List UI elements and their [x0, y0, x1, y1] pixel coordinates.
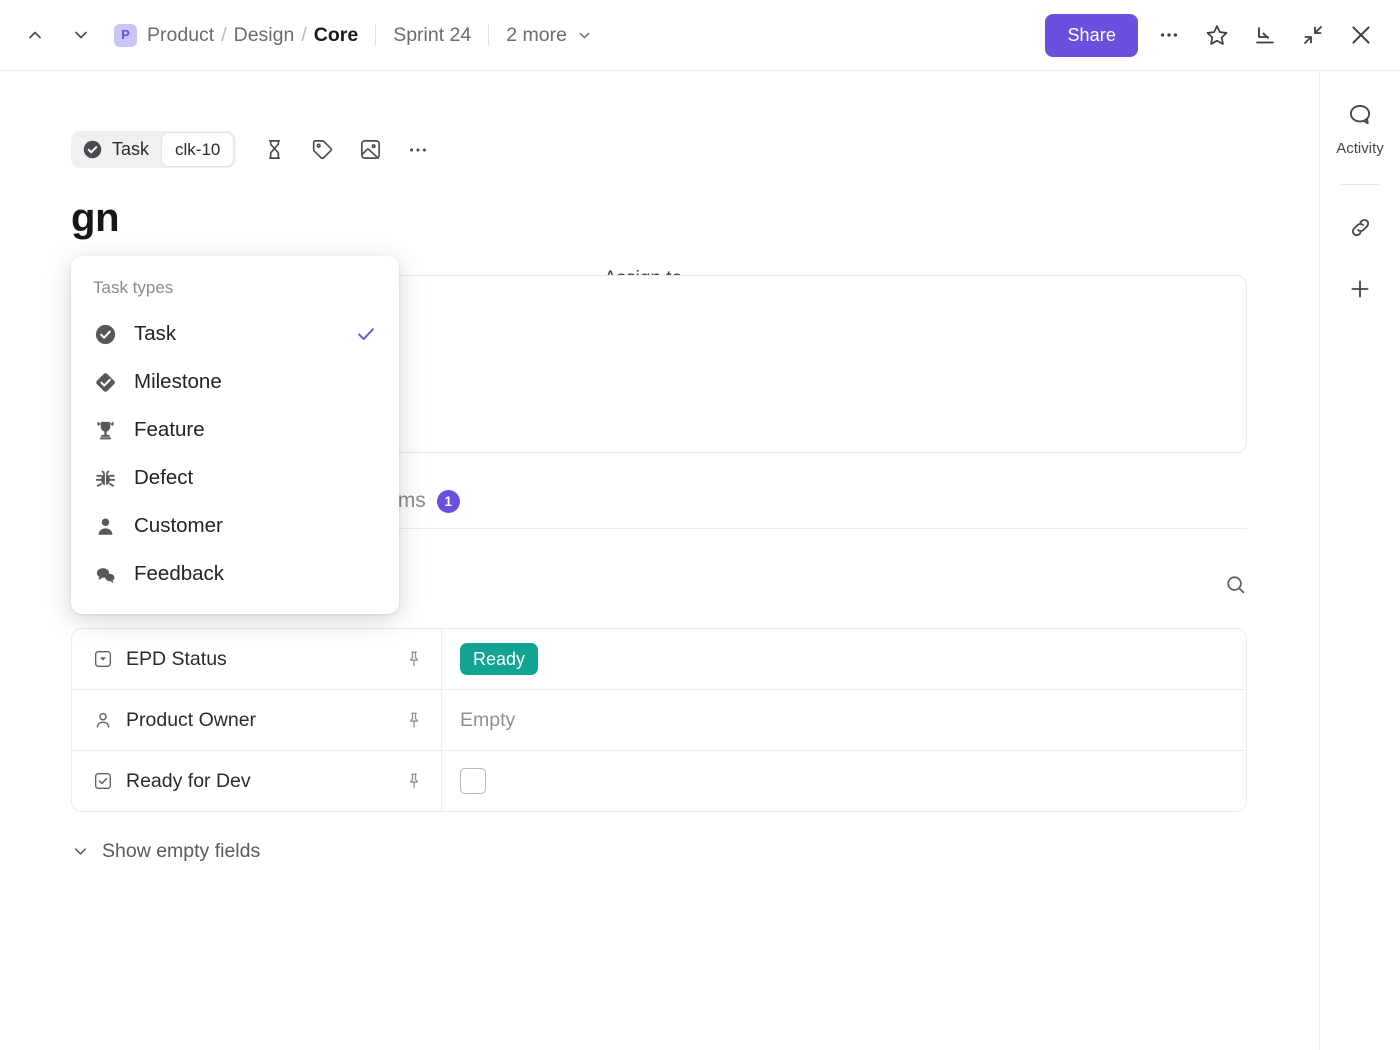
- task-type-label: Task: [112, 139, 150, 159]
- menu-item-label: Milestone: [134, 370, 222, 393]
- menu-item-defect[interactable]: Defect: [71, 454, 399, 502]
- menu-item-label: Defect: [134, 466, 194, 489]
- page-title[interactable]: gn: [71, 194, 120, 242]
- more-horizontal-icon[interactable]: [1152, 18, 1186, 52]
- collapse-icon[interactable]: [1296, 18, 1330, 52]
- download-icon[interactable]: [1248, 18, 1282, 52]
- show-empty-fields-toggle[interactable]: Show empty fields: [71, 840, 1319, 863]
- menu-item-label: Feature: [134, 418, 205, 441]
- comment-icon[interactable]: [1340, 95, 1380, 135]
- breadcrumb-divider: [375, 24, 377, 46]
- custom-field-value-cell[interactable]: [442, 751, 1246, 811]
- pin-icon[interactable]: [405, 650, 423, 668]
- share-button[interactable]: Share: [1045, 13, 1138, 57]
- chevron-up-icon[interactable]: [20, 20, 50, 50]
- task-detail-window: P Product / Design / Core Sprint 24 2 mo…: [0, 0, 1400, 1050]
- custom-field-name-cell[interactable]: Product Owner: [72, 690, 442, 750]
- task-type-selector[interactable]: Task clk-10: [71, 131, 237, 168]
- task-types-dropdown: Task types Task Milestone Feature Defect…: [71, 256, 399, 614]
- task-toolbar-icons: [258, 134, 434, 166]
- more-breadcrumbs-label: 2 more: [506, 23, 567, 46]
- custom-field-name-cell[interactable]: Ready for Dev: [72, 751, 442, 811]
- status-badge: Ready: [460, 643, 539, 675]
- menu-item-customer[interactable]: Customer: [71, 502, 399, 550]
- breadcrumb-item-design[interactable]: Design: [234, 24, 295, 47]
- breadcrumb: P Product / Design / Core Sprint 24 2 mo…: [114, 23, 593, 47]
- table-row: Ready for Dev: [72, 751, 1246, 811]
- show-empty-fields-label: Show empty fields: [102, 840, 261, 862]
- custom-field-value-cell[interactable]: Empty: [442, 690, 1246, 750]
- tab-badge-count: 1: [436, 489, 460, 513]
- empty-value-label: Empty: [460, 708, 516, 731]
- image-icon[interactable]: [354, 134, 386, 166]
- top-bar-actions: Share: [1045, 13, 1378, 57]
- task-types-heading: Task types: [93, 278, 174, 297]
- chevron-down-icon: [579, 32, 590, 38]
- plus-icon[interactable]: [1340, 269, 1380, 309]
- more-horizontal-icon[interactable]: [402, 134, 434, 166]
- menu-item-feature[interactable]: Feature: [71, 406, 399, 454]
- pin-icon[interactable]: [405, 772, 423, 790]
- top-bar: P Product / Design / Core Sprint 24 2 mo…: [0, 0, 1400, 71]
- main-content: Task clk-10 gn Items 1 EPD Status Ready …: [0, 71, 1319, 1050]
- tag-icon[interactable]: [306, 134, 338, 166]
- chevron-down-icon[interactable]: [66, 20, 96, 50]
- custom-fields-table: EPD Status Ready Product Owner Empty Rea…: [71, 628, 1247, 812]
- bug-icon: [93, 467, 117, 490]
- ready-for-dev-checkbox[interactable]: [460, 768, 486, 794]
- person-icon: [93, 515, 117, 538]
- breadcrumb-divider: [488, 24, 490, 46]
- rail-divider: [1341, 184, 1379, 185]
- right-rail: Activity: [1319, 71, 1400, 1050]
- check-icon: [355, 323, 377, 345]
- menu-item-feedback[interactable]: Feedback: [71, 550, 399, 598]
- nav-arrows: [20, 20, 96, 50]
- star-icon[interactable]: [1200, 18, 1234, 52]
- activity-label: Activity: [1336, 140, 1384, 157]
- menu-item-task[interactable]: Task: [71, 310, 399, 358]
- custom-field-label: Ready for Dev: [126, 769, 251, 792]
- title-zone: gn Assign to: [0, 194, 1319, 352]
- custom-field-label: Product Owner: [126, 708, 257, 731]
- trophy-icon: [93, 419, 117, 442]
- person-field-icon: [93, 710, 113, 730]
- close-icon[interactable]: [1344, 18, 1378, 52]
- body: Task clk-10 gn Items 1 EPD Status Ready …: [0, 71, 1400, 1050]
- task-type-current[interactable]: Task: [71, 131, 161, 168]
- custom-field-label: EPD Status: [126, 647, 227, 670]
- table-row: EPD Status Ready: [72, 629, 1246, 690]
- menu-item-milestone[interactable]: Milestone: [71, 358, 399, 406]
- table-row: Product Owner Empty: [72, 690, 1246, 751]
- menu-item-label: Task: [134, 322, 177, 345]
- breadcrumb-separator: /: [221, 23, 227, 46]
- breadcrumb-item-core[interactable]: Core: [314, 24, 358, 47]
- menu-item-label: Customer: [134, 514, 223, 537]
- circle-check-icon: [82, 139, 103, 160]
- hourglass-icon[interactable]: [258, 134, 290, 166]
- breadcrumb-separator: /: [301, 23, 307, 46]
- link-icon[interactable]: [1340, 207, 1380, 247]
- dropdown-field-icon: [93, 649, 113, 669]
- chevron-down-icon: [74, 848, 87, 855]
- task-id-chip[interactable]: clk-10: [161, 132, 235, 167]
- breadcrumb-item-product[interactable]: Product: [147, 24, 214, 47]
- project-badge[interactable]: P: [114, 23, 137, 47]
- diamond-check-icon: [93, 371, 117, 394]
- chat-bubbles-icon: [93, 563, 117, 586]
- circle-check-icon: [93, 323, 117, 346]
- sprint-label[interactable]: Sprint 24: [393, 24, 471, 47]
- task-type-toolbar: Task clk-10: [0, 71, 1319, 168]
- search-icon[interactable]: [1224, 573, 1247, 596]
- checkbox-field-icon: [93, 771, 113, 791]
- menu-item-label: Feedback: [134, 562, 225, 585]
- custom-field-value-cell[interactable]: Ready: [442, 629, 1246, 689]
- pin-icon[interactable]: [405, 711, 423, 729]
- more-breadcrumbs-button[interactable]: 2 more: [506, 24, 593, 47]
- custom-field-name-cell[interactable]: EPD Status: [72, 629, 442, 689]
